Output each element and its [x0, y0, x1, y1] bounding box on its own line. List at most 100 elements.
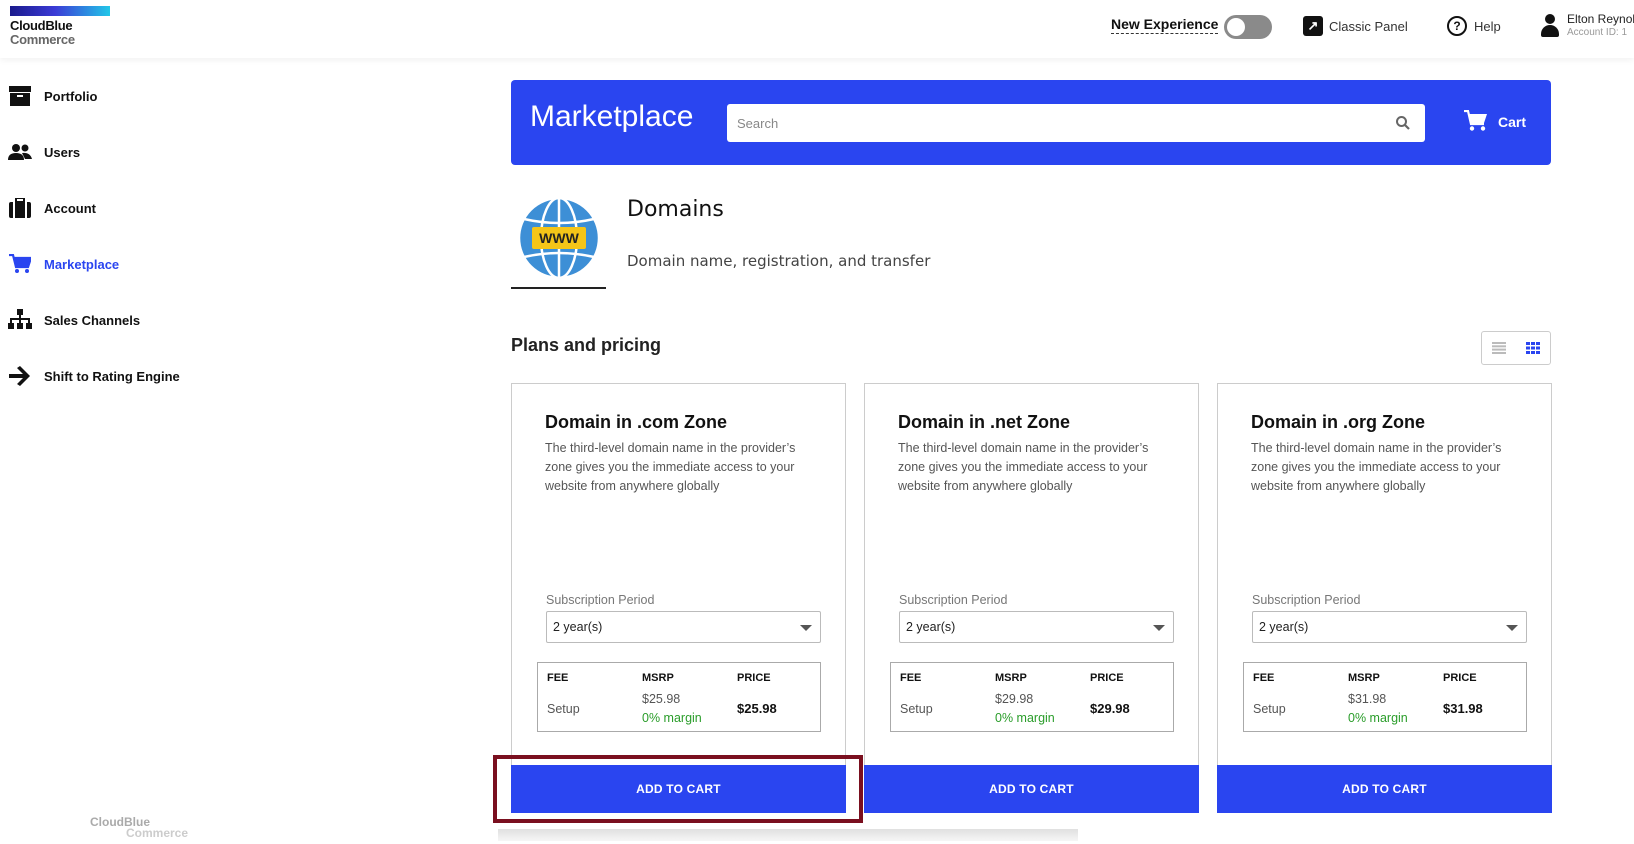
- msrp-value: $31.98: [1348, 692, 1387, 706]
- msrp-value: $25.98: [642, 692, 681, 706]
- fee-table: FEE MSRP PRICE Setup $25.98 0% margin $2…: [537, 662, 821, 732]
- chevron-down-icon: [800, 625, 812, 631]
- sidebar-item-label: Shift to Rating Engine: [44, 368, 180, 384]
- product-name: Domains: [627, 197, 724, 222]
- user-menu[interactable]: Elton Reynolds Account ID: 1: [1541, 12, 1634, 38]
- plan-description: The third-level domain name in the provi…: [1251, 441, 1502, 493]
- subscription-period-label: Subscription Period: [1252, 593, 1361, 607]
- user-icon: [1541, 14, 1559, 38]
- plan-title: Domain in .org Zone: [1251, 412, 1425, 432]
- new-experience-label[interactable]: New Experience: [1111, 16, 1219, 34]
- search-input[interactable]: [727, 104, 1377, 142]
- plan-title: Domain in .com Zone: [545, 412, 728, 432]
- archive-box-icon: [8, 84, 32, 108]
- sidebar-item-label: Portfolio: [44, 88, 98, 104]
- search-icon[interactable]: [1395, 115, 1411, 131]
- plan-card-net: Domain in .net Zone The third-level doma…: [864, 383, 1199, 813]
- subscription-period-value: 2 year(s): [1259, 620, 1309, 634]
- list-icon: [1492, 342, 1506, 354]
- user-name: Elton Reynolds: [1567, 12, 1634, 26]
- msrp-header: MSRP: [995, 672, 1027, 684]
- sidebar-item-sales-channels[interactable]: Sales Channels: [0, 300, 240, 340]
- sidebar-item-portfolio[interactable]: Portfolio: [0, 76, 240, 116]
- www-label: WWW: [539, 230, 579, 246]
- sidebar-item-label: Marketplace: [44, 256, 120, 272]
- plan-description: The third-level domain name in the provi…: [898, 441, 1149, 493]
- sidebar-item-users[interactable]: Users: [0, 132, 240, 172]
- list-view-button[interactable]: [1482, 332, 1516, 364]
- classic-panel-label: Classic Panel: [1329, 18, 1408, 34]
- help-link[interactable]: ? Help: [1447, 15, 1501, 37]
- fee-header: FEE: [1253, 672, 1275, 684]
- fee-type: Setup: [1253, 702, 1286, 716]
- page-title: Marketplace: [530, 100, 694, 133]
- logo-gradient-bar: [10, 6, 110, 16]
- sidebar-item-account[interactable]: Account: [0, 188, 240, 228]
- margin-value: 0% margin: [1348, 711, 1408, 725]
- plan-description: The third-level domain name in the provi…: [545, 441, 796, 493]
- help-label: Help: [1474, 18, 1501, 34]
- msrp-header: MSRP: [1348, 672, 1380, 684]
- sidebar-item-marketplace[interactable]: Marketplace: [0, 244, 240, 284]
- sidebar-item-label: Users: [44, 144, 81, 160]
- fee-header: FEE: [547, 672, 569, 684]
- fee-type: Setup: [900, 702, 933, 716]
- account-id: Account ID: 1: [1567, 27, 1628, 38]
- logo-line2: Commerce: [10, 32, 75, 47]
- new-experience-toggle[interactable]: [1224, 15, 1272, 39]
- margin-value: 0% margin: [995, 711, 1055, 725]
- subscription-period-value: 2 year(s): [906, 620, 956, 634]
- cart-icon: [8, 252, 32, 276]
- subscription-period-label: Subscription Period: [899, 593, 1008, 607]
- briefcase-icon: [8, 196, 32, 220]
- sidebar-item-shift-to-rating-engine[interactable]: Shift to Rating Engine: [0, 356, 240, 396]
- msrp-header: MSRP: [642, 672, 674, 684]
- margin-value: 0% margin: [642, 711, 702, 725]
- domains-logo: WWW: [511, 192, 606, 289]
- subscription-period-value: 2 year(s): [553, 620, 603, 634]
- help-icon: ?: [1447, 16, 1467, 36]
- price-value: $25.98: [737, 701, 777, 716]
- add-to-cart-button[interactable]: ADD TO CART: [1217, 765, 1552, 813]
- price-value: $31.98: [1443, 701, 1483, 716]
- price-header: PRICE: [1443, 672, 1477, 684]
- fee-type: Setup: [547, 702, 580, 716]
- search-box: [727, 104, 1425, 142]
- fee-table: FEE MSRP PRICE Setup $31.98 0% margin $3…: [1243, 662, 1527, 732]
- view-mode-toggle: [1481, 331, 1551, 365]
- toggle-knob: [1227, 18, 1245, 36]
- plan-card-com: Domain in .com Zone The third-level doma…: [511, 383, 846, 813]
- price-header: PRICE: [737, 672, 771, 684]
- cart-icon: [1464, 109, 1488, 135]
- cloudblue-logo[interactable]: CloudBlue Commerce: [10, 6, 110, 48]
- add-to-cart-button[interactable]: ADD TO CART: [864, 765, 1199, 813]
- top-bar: CloudBlue Commerce New Experience ↗ Clas…: [0, 0, 1634, 58]
- add-to-cart-button[interactable]: ADD TO CART: [511, 765, 846, 813]
- cart-button[interactable]: Cart: [1464, 108, 1526, 136]
- logo-line1: CloudBlue: [10, 18, 73, 33]
- subscription-period-select[interactable]: 2 year(s): [899, 611, 1174, 643]
- fee-table: FEE MSRP PRICE Setup $29.98 0% margin $2…: [890, 662, 1174, 732]
- chevron-down-icon: [1506, 625, 1518, 631]
- subscription-period-select[interactable]: 2 year(s): [1252, 611, 1527, 643]
- fee-header: FEE: [900, 672, 922, 684]
- subscription-period-label: Subscription Period: [546, 593, 655, 607]
- sidebar-footer-logo-line2: Commerce: [126, 826, 189, 840]
- plan-title: Domain in .net Zone: [898, 412, 1071, 432]
- plans-section-title: Plans and pricing: [511, 335, 662, 355]
- classic-panel-link[interactable]: ↗ Classic Panel: [1303, 15, 1408, 37]
- marketplace-banner: Marketplace Cart: [511, 80, 1551, 165]
- product-description: Domain name, registration, and transfer: [627, 252, 931, 270]
- external-link-icon: ↗: [1303, 16, 1323, 36]
- globe-www-icon: WWW: [518, 197, 600, 279]
- arrow-right-icon: [8, 364, 32, 388]
- sidebar-item-label: Account: [44, 200, 96, 216]
- hierarchy-icon: [8, 308, 32, 332]
- grid-view-button[interactable]: [1516, 332, 1550, 364]
- price-header: PRICE: [1090, 672, 1124, 684]
- chevron-down-icon: [1153, 625, 1165, 631]
- subscription-period-select[interactable]: 2 year(s): [546, 611, 821, 643]
- sidebar-item-label: Sales Channels: [44, 312, 141, 328]
- price-value: $29.98: [1090, 701, 1130, 716]
- cart-label: Cart: [1498, 114, 1527, 130]
